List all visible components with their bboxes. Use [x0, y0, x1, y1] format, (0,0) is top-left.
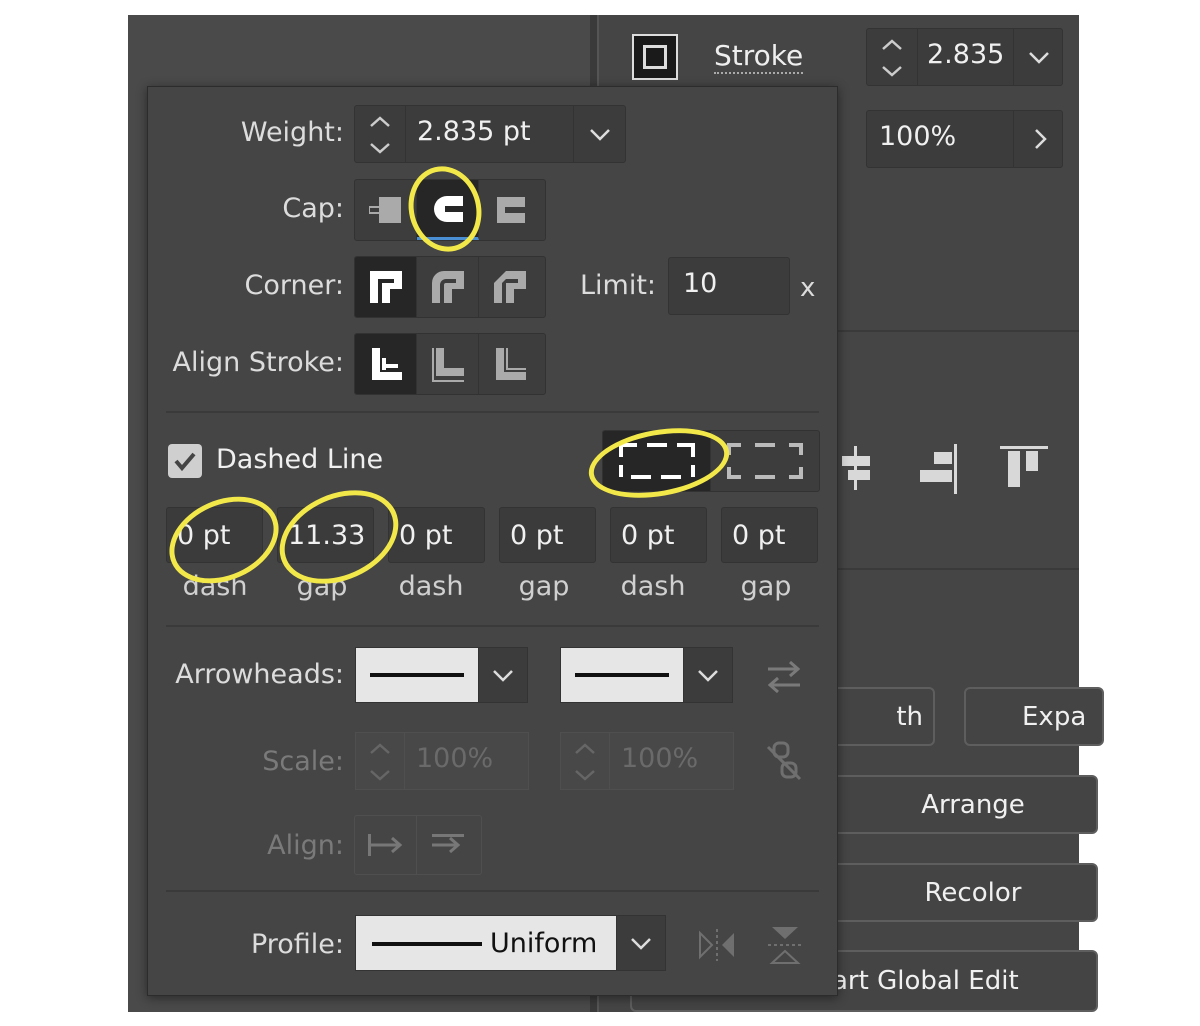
- profile-value: Uniform: [490, 928, 598, 959]
- opacity-value[interactable]: 100%: [879, 121, 956, 152]
- gap-3-label: gap: [740, 571, 792, 602]
- expand-button-label: Expa: [1022, 701, 1087, 732]
- scale-start-field: 100%: [355, 732, 529, 790]
- align-stroke-segment: [354, 333, 546, 395]
- chevron-down-icon[interactable]: [616, 915, 666, 971]
- stepper-icon[interactable]: [867, 29, 918, 85]
- gap-3-field[interactable]: 0 pt: [721, 507, 818, 563]
- weight-value[interactable]: 2.835 pt: [417, 116, 531, 147]
- limit-value[interactable]: 10: [683, 268, 717, 299]
- line-preview-icon: [575, 673, 669, 677]
- chevron-down-icon[interactable]: [573, 106, 626, 162]
- section-divider: [166, 411, 819, 413]
- section-divider: [166, 890, 819, 892]
- limit-label: Limit:: [580, 270, 657, 301]
- stroke-label[interactable]: Stroke: [714, 40, 804, 74]
- corner-segment: [354, 256, 546, 318]
- corner-label: Corner:: [244, 270, 344, 301]
- dash-2-label: dash: [398, 571, 464, 602]
- chevron-right-icon[interactable]: [1013, 111, 1064, 167]
- limit-field[interactable]: 10: [668, 257, 790, 315]
- projecting-cap-icon[interactable]: [479, 180, 541, 240]
- scale-end-value: 100%: [621, 743, 699, 774]
- align-stroke-center-icon[interactable]: [355, 334, 417, 394]
- dashed-line-checkbox[interactable]: [168, 444, 202, 478]
- arrow-tip-beyond-icon: [355, 816, 417, 874]
- chevron-down-icon[interactable]: [478, 647, 528, 703]
- panel-section-divider: [838, 330, 1079, 332]
- swap-arrowheads-icon[interactable]: [764, 657, 804, 697]
- align-stroke-label: Align Stroke:: [172, 347, 344, 378]
- dash-2-field[interactable]: 0 pt: [388, 507, 485, 563]
- align-stroke-inside-icon[interactable]: [417, 334, 479, 394]
- bevel-join-icon[interactable]: [479, 257, 541, 317]
- stepper-icon: [561, 733, 610, 789]
- checkmark-icon: [174, 452, 196, 472]
- chevron-down-icon[interactable]: [1013, 29, 1064, 85]
- profile-line-preview-icon: [372, 942, 482, 946]
- flip-across-icon: [764, 923, 806, 967]
- panel-section-divider: [838, 568, 1079, 570]
- stroke-swatch-icon[interactable]: [632, 34, 678, 80]
- limit-unit: x: [800, 273, 816, 303]
- stroke-weight-value[interactable]: 2.835: [927, 39, 1015, 70]
- unlink-scale-icon: [764, 739, 804, 783]
- stroke-weight-field[interactable]: 2.835: [866, 28, 1063, 86]
- align-label: Align:: [267, 830, 344, 861]
- profile-label: Profile:: [250, 929, 344, 960]
- arrow-align-segment: [354, 815, 482, 875]
- line-preview-icon: [370, 673, 464, 677]
- profile-dropdown[interactable]: Uniform: [355, 915, 617, 971]
- stepper-icon[interactable]: [355, 106, 406, 162]
- align-right-icon[interactable]: [916, 440, 964, 496]
- align-vertical-center-icon[interactable]: [838, 440, 874, 496]
- arrowhead-start-dropdown[interactable]: [355, 647, 479, 703]
- gap-2-label: gap: [518, 571, 570, 602]
- stepper-icon: [356, 733, 405, 789]
- miter-join-icon[interactable]: [355, 257, 417, 317]
- arrowhead-end-dropdown[interactable]: [560, 647, 684, 703]
- gap-2-field[interactable]: 0 pt: [499, 507, 596, 563]
- flip-along-icon: [696, 925, 738, 965]
- expand-button[interactable]: Expa: [964, 687, 1104, 746]
- scale-start-value: 100%: [416, 743, 494, 774]
- section-divider: [166, 625, 819, 627]
- arrange-button[interactable]: Arrange: [818, 775, 1098, 834]
- round-join-icon[interactable]: [417, 257, 479, 317]
- start-global-edit-label: art Global Edit: [832, 966, 1019, 996]
- dash-3-label: dash: [620, 571, 686, 602]
- opacity-field[interactable]: 100%: [866, 110, 1063, 168]
- recolor-button-label: Recolor: [924, 877, 1022, 908]
- align-top-icon[interactable]: [996, 440, 1052, 496]
- recolor-button[interactable]: Recolor: [818, 863, 1098, 922]
- weight-field[interactable]: 2.835 pt: [354, 105, 626, 163]
- dashed-line-label[interactable]: Dashed Line: [216, 444, 383, 475]
- arrowheads-label: Arrowheads:: [175, 659, 344, 690]
- cap-label: Cap:: [282, 193, 344, 224]
- weight-label: Weight:: [240, 117, 344, 148]
- arrow-tip-at-end-icon: [417, 816, 479, 874]
- dash-3-field[interactable]: 0 pt: [610, 507, 707, 563]
- scale-end-field: 100%: [560, 732, 734, 790]
- align-stroke-outside-icon[interactable]: [479, 334, 541, 394]
- chevron-down-icon[interactable]: [683, 647, 733, 703]
- arrange-button-label: Arrange: [921, 789, 1025, 820]
- path-button-label: th: [896, 701, 923, 732]
- scale-label: Scale:: [262, 746, 344, 777]
